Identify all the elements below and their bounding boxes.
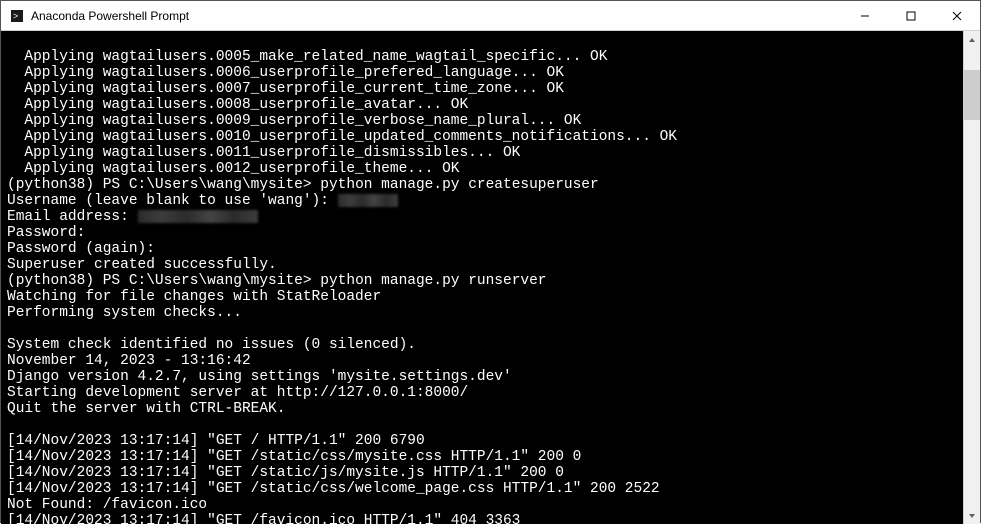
server-line: Performing system checks... [7,305,242,321]
request-log-line: [14/Nov/2023 13:17:14] "GET /static/css/… [7,481,660,497]
redacted-username [338,194,398,207]
migration-line: Applying wagtailusers.0012_userprofile_t… [7,161,459,177]
server-line: Django version 4.2.7, using settings 'my… [7,369,512,385]
titlebar[interactable]: > Anaconda Powershell Prompt [1,1,980,31]
prompt-env: (python38) [7,177,94,193]
server-line: Watching for file changes with StatReloa… [7,289,381,305]
migration-line: Applying wagtailusers.0008_userprofile_a… [7,97,468,113]
server-line: Quit the server with CTRL-BREAK. [7,401,285,417]
migration-line: Applying wagtailusers.0009_userprofile_v… [7,113,581,129]
password-prompt-line: Password: [7,225,85,241]
app-icon: > [9,8,25,24]
migration-line: Applying wagtailusers.0011_userprofile_d… [7,145,520,161]
redacted-email [138,210,258,223]
command-createsuperuser: python manage.py createsuperuser [320,177,598,193]
migration-line: Applying wagtailusers.0010_userprofile_u… [7,129,677,145]
password-again-prompt-line: Password (again): [7,241,155,257]
server-line: System check identified no issues (0 sil… [7,337,416,353]
prompt-line: (python38) PS C:\Users\wang\mysite> pyth… [7,177,599,193]
request-log-line: [14/Nov/2023 13:17:14] "GET /static/css/… [7,449,581,465]
request-log-line: Not Found: /favicon.ico [7,497,207,513]
vertical-scrollbar[interactable] [963,31,980,524]
email-prompt-line: Email address: [7,209,258,225]
prompt-line: (python38) PS C:\Users\wang\mysite> pyth… [7,273,547,289]
server-line: Starting development server at http://12… [7,385,468,401]
maximize-button[interactable] [888,1,934,30]
server-timestamp: November 14, 2023 - 13:16:42 [7,353,251,369]
close-button[interactable] [934,1,980,30]
window-controls [842,1,980,30]
command-runserver: python manage.py runserver [320,273,546,289]
scroll-down-button[interactable] [964,507,980,524]
terminal-output[interactable]: Applying wagtailusers.0005_make_related_… [1,31,963,524]
prompt-path: PS C:\Users\wang\mysite> [103,177,312,193]
superuser-success-line: Superuser created successfully. [7,257,277,273]
migration-line: Applying wagtailusers.0005_make_related_… [7,49,607,65]
migration-line: Applying wagtailusers.0007_userprofile_c… [7,81,564,97]
minimize-button[interactable] [842,1,888,30]
scroll-up-button[interactable] [964,31,980,48]
request-log-line: [14/Nov/2023 13:17:14] "GET / HTTP/1.1" … [7,433,425,449]
prompt-env: (python38) [7,273,94,289]
svg-text:>: > [13,11,18,21]
migration-line: Applying wagtailusers.0006_userprofile_p… [7,65,564,81]
window-title: Anaconda Powershell Prompt [31,9,842,23]
scroll-track[interactable] [964,48,980,507]
request-log-line: [14/Nov/2023 13:17:14] "GET /static/js/m… [7,465,564,481]
request-log-line: [14/Nov/2023 13:17:14] "GET /favicon.ico… [7,513,520,524]
username-prompt-line: Username (leave blank to use 'wang'): [7,193,398,209]
prompt-path: PS C:\Users\wang\mysite> [103,273,312,289]
scroll-thumb[interactable] [964,70,980,120]
